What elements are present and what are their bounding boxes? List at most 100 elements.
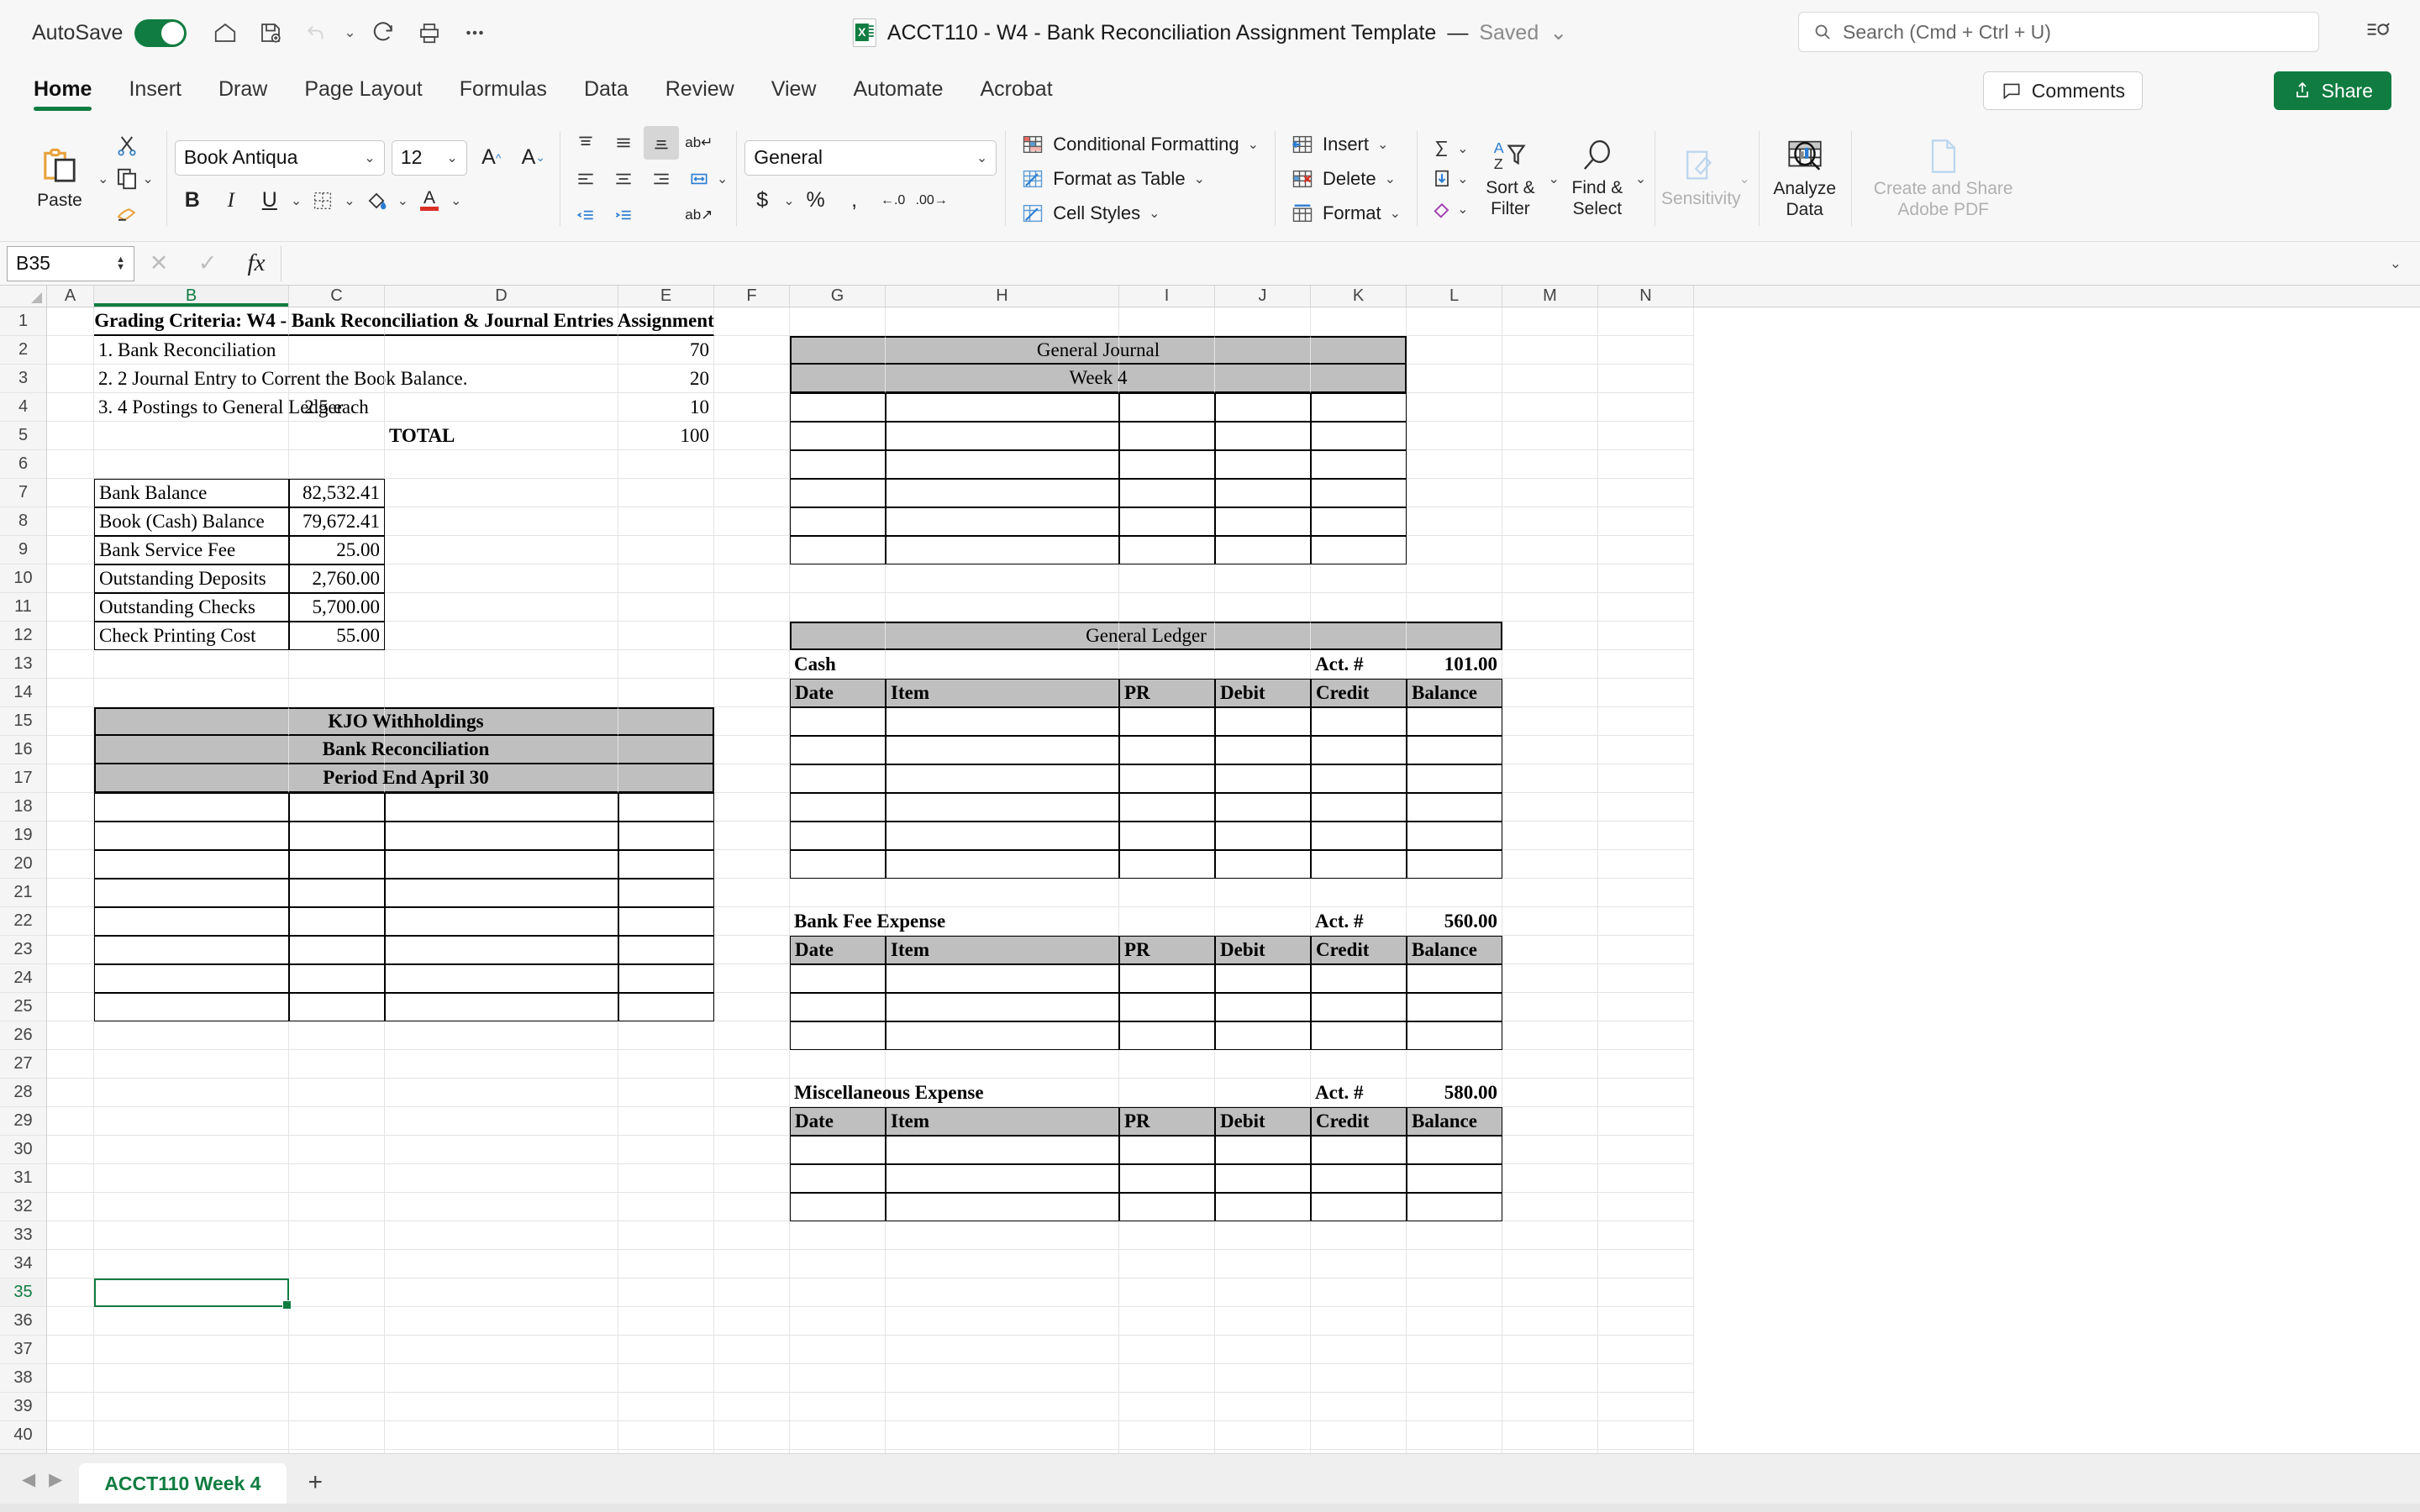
cell-K29[interactable]: Credit: [1311, 1107, 1407, 1136]
cell-H25[interactable]: [886, 993, 1119, 1021]
cell-M15[interactable]: [1502, 707, 1598, 736]
cell-C12[interactable]: 55.00: [289, 622, 385, 650]
cell-F20[interactable]: [714, 850, 790, 879]
previous-sheet-icon[interactable]: ◀: [22, 1469, 35, 1490]
cell-C39[interactable]: [289, 1393, 385, 1421]
cell-G41[interactable]: [790, 1450, 886, 1453]
cell-E38[interactable]: [618, 1364, 714, 1393]
cell-J10[interactable]: [1215, 564, 1311, 593]
cell-A30[interactable]: [47, 1136, 94, 1164]
cell-F16[interactable]: [714, 736, 790, 764]
cell-L18[interactable]: [1407, 793, 1502, 822]
cell-G21[interactable]: [790, 879, 886, 907]
cell-M24[interactable]: [1502, 964, 1598, 993]
cell-D28[interactable]: [385, 1079, 618, 1107]
cell-D20[interactable]: [385, 850, 618, 879]
cell-N31[interactable]: [1598, 1164, 1694, 1193]
cell-G35[interactable]: [790, 1278, 886, 1307]
cell-L20[interactable]: [1407, 850, 1502, 879]
cell-H29[interactable]: Item: [886, 1107, 1119, 1136]
cell-H40[interactable]: [886, 1421, 1119, 1450]
cell-H37[interactable]: [886, 1336, 1119, 1364]
cell-A18[interactable]: [47, 793, 94, 822]
cell-N26[interactable]: [1598, 1021, 1694, 1050]
cell-D11[interactable]: [385, 593, 618, 622]
column-header-a[interactable]: A: [47, 286, 94, 307]
cell-F28[interactable]: [714, 1079, 790, 1107]
formula-input[interactable]: [281, 245, 2378, 281]
tab-data[interactable]: Data: [566, 66, 647, 116]
cell-E1[interactable]: [618, 307, 714, 336]
column-header-h[interactable]: H: [886, 286, 1119, 307]
cell-N9[interactable]: [1598, 536, 1694, 564]
cell-K24[interactable]: [1311, 964, 1407, 993]
cell-F8[interactable]: [714, 507, 790, 536]
cell-M12[interactable]: [1502, 622, 1598, 650]
cell-H12[interactable]: General Ledger: [886, 622, 1207, 650]
cell-L19[interactable]: [1407, 822, 1502, 850]
cell-A35[interactable]: [47, 1278, 94, 1307]
row-header-12[interactable]: 12: [0, 622, 47, 650]
cell-D15[interactable]: [385, 707, 618, 736]
italic-button[interactable]: I: [213, 184, 249, 218]
cell-K26[interactable]: [1311, 1021, 1407, 1050]
cell-B12[interactable]: Check Printing Cost: [94, 622, 289, 650]
cell-E25[interactable]: [618, 993, 714, 1021]
tab-view[interactable]: View: [753, 66, 835, 116]
cell-E12[interactable]: [618, 622, 714, 650]
cell-E18[interactable]: [618, 793, 714, 822]
cell-N22[interactable]: [1598, 907, 1694, 936]
cell-G31[interactable]: [790, 1164, 886, 1193]
cell-D2[interactable]: [385, 336, 618, 365]
cell-I36[interactable]: [1119, 1307, 1215, 1336]
cell-A29[interactable]: [47, 1107, 94, 1136]
column-header-i[interactable]: I: [1119, 286, 1215, 307]
cell-C14[interactable]: [289, 679, 385, 707]
cell-F32[interactable]: [714, 1193, 790, 1221]
cell-G28[interactable]: Miscellaneous Expense: [790, 1079, 984, 1107]
cell-I13[interactable]: [1119, 650, 1215, 679]
sheet-tab-acct110-week-4[interactable]: ACCT110 Week 4: [79, 1463, 287, 1504]
cell-L41[interactable]: [1407, 1450, 1502, 1453]
tab-draw[interactable]: Draw: [200, 66, 286, 116]
cell-A34[interactable]: [47, 1250, 94, 1278]
cell-K5[interactable]: [1311, 422, 1407, 450]
cell-M9[interactable]: [1502, 536, 1598, 564]
cell-G25[interactable]: [790, 993, 886, 1021]
home-icon[interactable]: [205, 13, 245, 53]
cell-J21[interactable]: [1215, 879, 1311, 907]
column-header-k[interactable]: K: [1311, 286, 1407, 307]
cell-M4[interactable]: [1502, 393, 1598, 422]
cell-C23[interactable]: [289, 936, 385, 964]
orientation-button[interactable]: ab↗: [681, 198, 717, 232]
cell-E26[interactable]: [618, 1021, 714, 1050]
cell-B18[interactable]: [94, 793, 289, 822]
cell-K30[interactable]: [1311, 1136, 1407, 1164]
cell-C1[interactable]: [289, 307, 385, 336]
font-color-dropdown-icon[interactable]: ⌄: [450, 192, 461, 209]
cell-K7[interactable]: [1311, 479, 1407, 507]
cell-G40[interactable]: [790, 1421, 886, 1450]
cell-H10[interactable]: [886, 564, 1119, 593]
cell-I26[interactable]: [1119, 1021, 1215, 1050]
cell-M38[interactable]: [1502, 1364, 1598, 1393]
delete-cells-button[interactable]: Delete ⌄: [1283, 164, 1408, 194]
increase-indent-button[interactable]: [606, 198, 641, 232]
cell-B29[interactable]: [94, 1107, 289, 1136]
cell-L8[interactable]: [1407, 507, 1502, 536]
cell-A32[interactable]: [47, 1193, 94, 1221]
cell-J26[interactable]: [1215, 1021, 1311, 1050]
cell-B25[interactable]: [94, 993, 289, 1021]
cell-M2[interactable]: [1502, 336, 1598, 365]
analyze-data-button[interactable]: Analyze Data: [1767, 133, 1843, 223]
cell-A20[interactable]: [47, 850, 94, 879]
cell-H36[interactable]: [886, 1307, 1119, 1336]
cell-C19[interactable]: [289, 822, 385, 850]
redo-icon[interactable]: [364, 13, 404, 53]
cell-N37[interactable]: [1598, 1336, 1694, 1364]
cell-L3[interactable]: [1407, 365, 1502, 393]
cell-D16[interactable]: [385, 736, 618, 764]
cell-L23[interactable]: Balance: [1407, 936, 1502, 964]
cell-F29[interactable]: [714, 1107, 790, 1136]
cell-E27[interactable]: [618, 1050, 714, 1079]
